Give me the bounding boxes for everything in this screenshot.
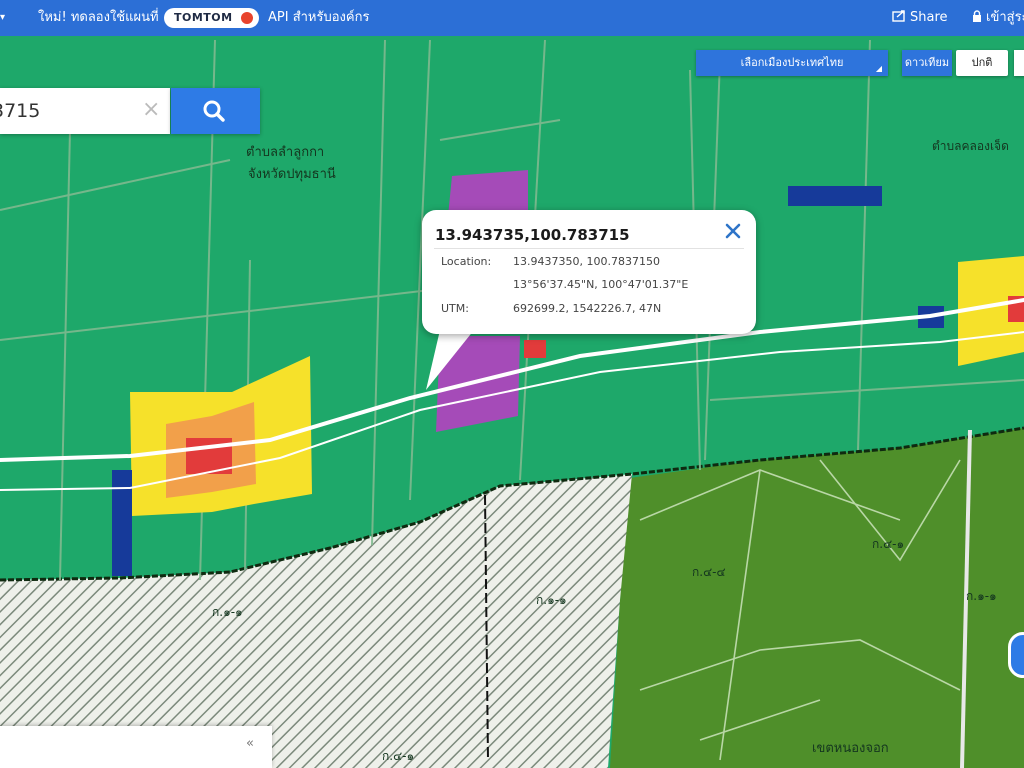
- share-label: Share: [910, 10, 948, 25]
- zone-label-d: ก.๔-๑: [872, 537, 904, 551]
- share-button[interactable]: Share: [892, 0, 948, 36]
- more-layers-button[interactable]: [1014, 50, 1024, 76]
- water-pond-top-right: [788, 186, 882, 206]
- red-block-mid: [524, 340, 546, 358]
- utm-label: UTM:: [441, 302, 469, 315]
- clear-search-icon[interactable]: ×: [142, 96, 160, 124]
- api-link[interactable]: API สำหรับองค์กร: [268, 0, 369, 36]
- location-label: Location:: [441, 255, 492, 268]
- login-label: เข้าสู่ระบบ: [986, 10, 1024, 25]
- zoning-map[interactable]: ตำบลลำลูกกา จังหวัดปทุมธานี ตำบลคลองเจ็ด…: [0, 36, 1024, 768]
- district-label-1: ตำบลลำลูกกา: [246, 145, 324, 160]
- search-box: ×: [0, 88, 170, 134]
- water-canal-left: [112, 470, 132, 576]
- satellite-view-button[interactable]: ดาวเทียม: [902, 50, 952, 76]
- subdistrict-label-right: ตำบลคลองเจ็ด: [932, 138, 1009, 153]
- zone-label-f: ก.๔-๑: [382, 749, 414, 763]
- promo-link[interactable]: ใหม่! ทดลองใช้แผนที่: [38, 0, 159, 36]
- location-decimal-value: 13.9437350, 100.7837150: [513, 255, 660, 268]
- standard-view-button[interactable]: ปกติ: [956, 50, 1008, 76]
- zone-label-b: ก.๑-๑: [536, 593, 567, 607]
- province-dropdown[interactable]: เลือกเมืองประเทศไทย ◢: [696, 50, 888, 76]
- share-icon: [892, 10, 905, 22]
- tomtom-badge[interactable]: TOMTOM: [164, 8, 259, 28]
- menu-caret-icon[interactable]: ▾: [0, 0, 10, 36]
- search-input[interactable]: [0, 88, 136, 134]
- login-button[interactable]: เข้าสู่ระบบ: [972, 0, 1024, 36]
- popup-divider: [434, 248, 744, 249]
- province-dropdown-label: เลือกเมืองประเทศไทย: [740, 56, 844, 69]
- zone-label-a: ก.๑-๑: [212, 605, 243, 619]
- top-navigation-bar: ▾ ใหม่! ทดลองใช้แผนที่ TOMTOM API สำหรับ…: [0, 0, 1024, 36]
- dropdown-corner-icon: ◢: [875, 64, 882, 73]
- tomtom-logo-icon: [240, 12, 253, 24]
- search-icon: [203, 100, 225, 122]
- zone-label-e: ก.๑-๑: [966, 589, 997, 603]
- popup-pointer: [426, 330, 474, 390]
- utm-value: 692699.2, 1542226.7, 47N: [513, 302, 662, 315]
- location-dms-value: 13°56'37.45"N, 100°47'01.37"E: [513, 278, 689, 291]
- locate-me-button[interactable]: [1008, 632, 1024, 678]
- bottom-area-label: เขตหนองจอก: [812, 741, 889, 756]
- district-label-2: จังหวัดปทุมธานี: [248, 166, 336, 182]
- expand-panel-icon[interactable]: «: [246, 736, 254, 751]
- bottom-info-panel[interactable]: «: [0, 726, 272, 768]
- close-icon[interactable]: [722, 220, 744, 242]
- location-popup: 13.943735,100.783715 Location: 13.943735…: [422, 210, 756, 334]
- tomtom-label: TOMTOM: [174, 11, 233, 24]
- popup-title: 13.943735,100.783715: [435, 226, 630, 244]
- lock-icon: [973, 10, 981, 22]
- search-button[interactable]: [171, 88, 260, 134]
- zone-label-c: ก.๔-๔: [692, 565, 726, 579]
